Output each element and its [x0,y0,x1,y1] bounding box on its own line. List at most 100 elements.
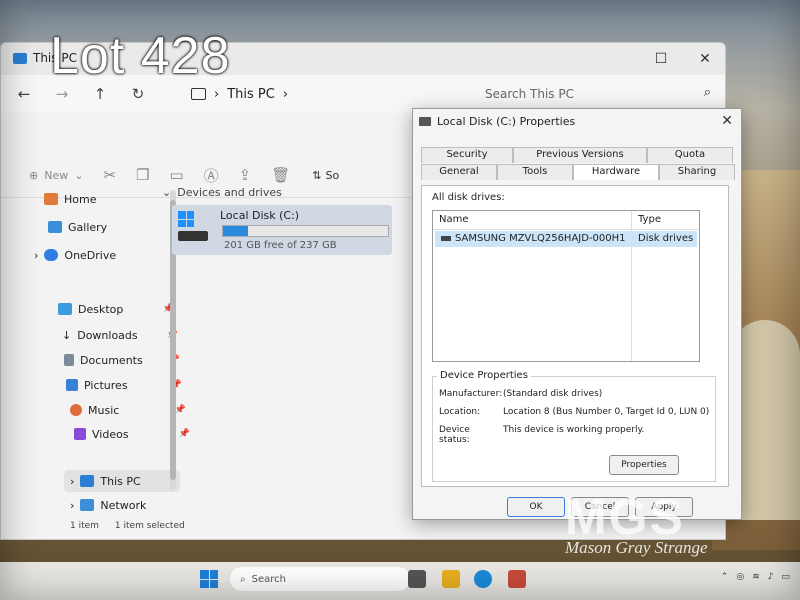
tab-quota[interactable]: Quota [647,147,733,163]
item-count: 1 item [70,521,99,531]
sidebar-item-label: Videos [92,427,129,441]
start-button[interactable] [200,570,218,588]
sidebar-item-label: Pictures [84,378,128,392]
tab-security[interactable]: Security [421,147,513,163]
task-view-icon[interactable] [408,570,426,588]
sidebar-item-desktop[interactable]: Desktop 📌 [58,298,174,320]
hardware-panel: All disk drives: Name Type SAMSUNG MZVLQ… [421,185,729,487]
search-icon: ⌕ [703,85,711,100]
sidebar-item-label: This PC [100,474,141,488]
lot-label: Lot 428 [50,27,231,85]
manufacturer-label: Manufacturer: [439,389,503,399]
speaker-icon[interactable]: ♪ [768,572,774,582]
refresh-icon[interactable]: ↻ [123,85,153,103]
dialog-titlebar: Local Disk (C:) Properties [419,115,575,128]
paste-icon[interactable]: ▭ [169,166,183,184]
pin-icon[interactable]: 📌 [179,429,190,439]
maximize-icon[interactable]: ☐ [651,49,671,69]
close-icon[interactable]: ✕ [695,49,715,69]
breadcrumb-this-pc[interactable]: This PC [227,87,275,102]
battery-icon[interactable]: ▭ [781,572,790,582]
sidebar-item-label: Gallery [68,220,108,234]
up-arrow-icon[interactable]: ↑ [85,85,115,103]
device-properties-group: Device Properties Manufacturer: (Standar… [432,370,716,482]
videos-icon [74,428,86,440]
selection-count: 1 item selected [114,521,185,531]
ok-button[interactable]: OK [507,497,565,517]
chevron-down-icon: ⌄ [162,186,172,199]
delete-icon[interactable]: 🗑 [271,166,290,184]
sidebar-item-documents[interactable]: Documents 📌 [64,349,180,371]
wifi-icon[interactable]: ≋ [752,572,760,582]
taskbar: ⌕ Search ⌃ ◎ ≋ ♪ ▭ [0,562,800,600]
search-input[interactable]: Search This PC ⌕ [471,81,725,107]
group-header-label: Devices and drives [177,186,282,199]
navigation-pane: Home Gallery › OneDrive Desktop 📌 ↓ Down… [30,178,190,518]
tab-general[interactable]: General [421,164,497,180]
tab-previous-versions[interactable]: Previous Versions [513,147,647,163]
local-disk-tile[interactable]: Local Disk (C:) 201 GB free of 237 GB [172,205,392,255]
list-item[interactable]: SAMSUNG MZVLQ256HAJD-000H1 Disk drives [435,231,697,247]
sidebar-item-this-pc[interactable]: › This PC [64,470,180,492]
forward-arrow-icon[interactable]: → [47,85,77,103]
drive-row-name: SAMSUNG MZVLQ256HAJD-000H1 [441,233,626,244]
document-icon [64,354,74,366]
device-properties-label: Device Properties [437,370,531,381]
chevron-right-icon: › [214,86,220,102]
file-explorer-icon[interactable] [442,570,460,588]
all-disk-drives-label: All disk drives: [432,192,505,203]
network-status-icon[interactable]: ◎ [736,572,744,582]
location-row: Location: Location 8 (Bus Number 0, Targ… [439,407,709,417]
sidebar-item-label: Documents [80,353,143,367]
sidebar-item-label: Desktop [78,302,124,316]
store-icon[interactable] [508,570,526,588]
taskbar-search[interactable]: ⌕ Search [230,567,410,591]
sidebar-item-music[interactable]: Music 📌 [70,399,186,421]
sort-label: So [325,168,340,182]
tab-sharing[interactable]: Sharing [659,164,735,180]
devices-group-header[interactable]: ⌄ Devices and drives [162,186,282,199]
chevron-right-icon: › [70,474,75,488]
sidebar-item-gallery[interactable]: Gallery [48,216,107,238]
properties-button[interactable]: Properties [609,455,679,475]
music-icon [70,404,82,416]
tab-tools[interactable]: Tools [497,164,573,180]
pin-icon[interactable]: 📌 [175,405,186,415]
watermark-text: Mason Gray Strange [565,538,708,557]
sort-button[interactable]: ⇅ So [312,169,339,182]
sidebar-item-home[interactable]: Home [44,188,96,210]
system-tray: ⌃ ◎ ≋ ♪ ▭ [721,572,790,582]
dialog-title: Local Disk (C:) Properties [437,115,576,128]
chevron-up-icon[interactable]: ⌃ [721,572,729,582]
close-icon[interactable]: ✕ [721,113,733,129]
location-value: Location 8 (Bus Number 0, Target Id 0, L… [503,407,710,417]
properties-dialog: Local Disk (C:) Properties ✕ Security Pr… [412,108,742,520]
drive-name: Local Disk (C:) [220,209,300,222]
sidebar-item-pictures[interactable]: Pictures 📌 [66,374,182,396]
drive-free-space: 201 GB free of 237 GB [224,240,337,251]
search-placeholder: Search This PC [485,87,574,101]
edge-icon[interactable] [474,570,492,588]
download-icon: ↓ [62,328,72,342]
sort-icon: ⇅ [312,168,322,182]
drive-usage-bar [222,225,389,237]
location-label: Location: [439,407,481,417]
rename-icon[interactable]: Ⓐ [204,165,219,186]
manufacturer-value: (Standard disk drives) [503,389,603,399]
back-arrow-icon[interactable]: ← [9,85,39,103]
disk-drives-list[interactable]: Name Type SAMSUNG MZVLQ256HAJD-000H1 Dis… [432,210,700,362]
monitor-icon [13,52,27,64]
share-icon[interactable]: ⇪ [239,166,252,184]
sidebar-item-network[interactable]: › Network [70,494,146,516]
manufacturer-row: Manufacturer: (Standard disk drives) [439,389,602,399]
tab-hardware[interactable]: Hardware [573,164,659,180]
column-header-type[interactable]: Type [638,214,661,225]
column-header-name[interactable]: Name [439,214,469,225]
windows-logo-icon [178,211,194,227]
drive-usage-fill [223,226,249,236]
cloud-icon [44,249,59,261]
hard-drive-icon [178,231,208,241]
sidebar-item-downloads[interactable]: ↓ Downloads 📌 [62,324,178,346]
network-icon [80,499,95,511]
sidebar-item-onedrive[interactable]: › OneDrive [34,244,116,266]
